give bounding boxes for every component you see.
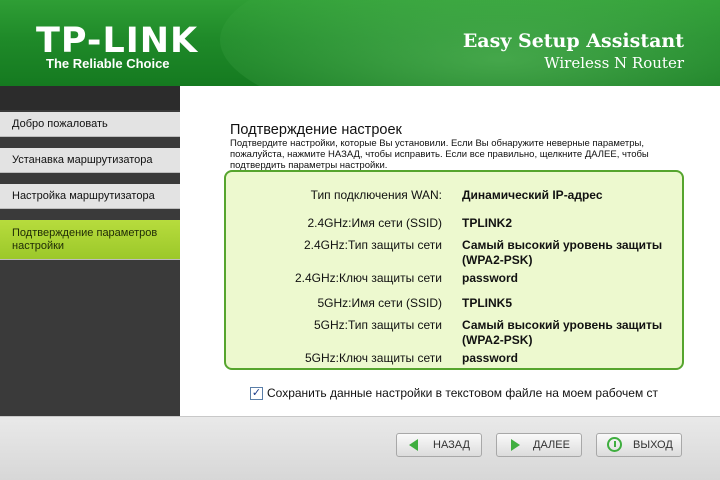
app-title: Easy Setup Assistant [462, 30, 684, 52]
app-subtitle: Wireless N Router [544, 54, 684, 72]
sidebar-item-router-install[interactable]: Устанавка маршрутизатора [0, 148, 180, 173]
main-panel: Подтверждение настроек Подтвердите настр… [180, 86, 720, 416]
summary-label: 5GHz:Ключ защиты сети [304, 351, 442, 365]
sidebar: Добро пожаловать Устанавка маршрутизатор… [0, 86, 180, 416]
sidebar-item-welcome[interactable]: Добро пожаловать [0, 112, 180, 137]
arrow-left-icon [407, 437, 423, 453]
summary-label: 2.4GHz:Ключ защиты сети [294, 271, 442, 285]
summary-value: Самый высокий уровень защиты (WPA2-PSK) [462, 318, 663, 347]
next-button-label: ДАЛЕЕ [533, 439, 570, 451]
summary-value: TPLINK2 [462, 216, 513, 230]
back-button[interactable]: НАЗАД [396, 433, 482, 457]
sidebar-item-label: Добро пожаловать [12, 118, 108, 130]
summary-label: 2.4GHz:Тип защиты сети [303, 238, 442, 252]
summary-label: 5GHz:Тип защиты сети [313, 318, 442, 332]
summary-label: 2.4GHz:Имя сети (SSID) [307, 216, 442, 230]
sidebar-item-label: Устанавка маршрутизатора [12, 154, 153, 166]
back-button-label: НАЗАД [433, 439, 470, 451]
summary-value: password [462, 271, 519, 285]
logo-tagline: The Reliable Choice [46, 56, 170, 71]
next-button[interactable]: ДАЛЕЕ [496, 433, 582, 457]
summary-label: Тип подключения WAN: [310, 188, 442, 202]
arrow-right-icon [507, 437, 523, 453]
page-title: Подтверждение настроек [230, 122, 402, 138]
settings-summary-box: Тип подключения WAN: Динамический IP-адр… [224, 170, 684, 370]
exit-button[interactable]: ВЫХОД [596, 433, 682, 457]
summary-value: Самый высокий уровень защиты (WPA2-PSK) [462, 238, 663, 267]
sidebar-topbar [0, 86, 180, 110]
save-settings-checkbox[interactable]: ✓ [250, 386, 263, 400]
summary-value: TPLINK5 [462, 296, 513, 310]
footer-bar: НАЗАД ДАЛЕЕ ВЫХОД [0, 416, 720, 480]
tp-link-logo: TP-LINK [36, 21, 199, 61]
header-banner: TP-LINK The Reliable Choice Easy Setup A… [0, 0, 720, 86]
sidebar-item-label: Подтверждение параметров настройки [12, 226, 158, 252]
save-settings-option[interactable]: ✓ Сохранить данные настройки в текстовом… [250, 384, 682, 402]
page-description: Подтвердите настройки, которые Вы устано… [230, 138, 649, 171]
sidebar-item-confirm-settings[interactable]: Подтверждение параметров настройки [0, 220, 180, 260]
sidebar-item-router-setup[interactable]: Настройка маршрутизатора [0, 184, 180, 209]
summary-value: password [462, 351, 519, 365]
summary-value: Динамический IP-адрес [462, 188, 603, 202]
power-icon [607, 437, 623, 453]
summary-label: 5GHz:Имя сети (SSID) [317, 296, 442, 310]
sidebar-item-label: Настройка маршрутизатора [12, 190, 155, 202]
save-settings-label: Сохранить данные настройки в текстовом ф… [267, 386, 659, 400]
exit-button-label: ВЫХОД [633, 439, 673, 451]
